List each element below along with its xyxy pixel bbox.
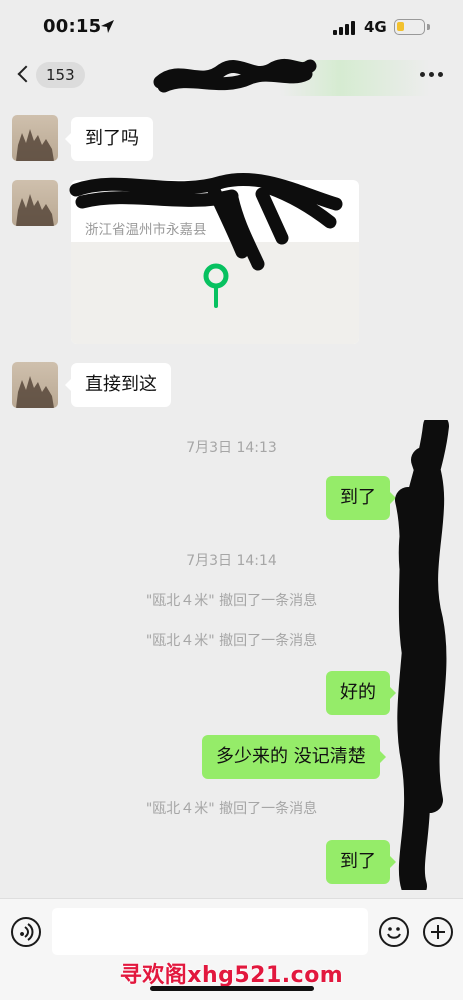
back-button[interactable]: 153 [14,62,85,90]
chevron-left-icon [17,65,35,83]
plus-icon[interactable] [423,917,453,947]
incoming-message[interactable]: 到了吗 [65,117,153,161]
redacted-chat-title [153,58,317,93]
message-input[interactable] [52,908,368,955]
signal-bars-icon [333,21,355,35]
voice-icon[interactable] [11,917,41,947]
contact-avatar[interactable] [12,362,58,408]
battery-cap [427,24,430,30]
battery-icon [394,19,425,35]
incoming-message[interactable]: 直接到这 [65,363,171,407]
outgoing-message[interactable]: 好的 [326,671,396,715]
unread-count-badge: 153 [36,62,85,88]
site-watermark: 寻欢阁xhg521.com [119,963,344,988]
contact-avatar[interactable] [12,115,58,161]
redaction-scribble [395,420,449,890]
status-time: 00:15 [43,16,102,37]
redaction-scribble [69,172,343,271]
network-label: 4G [364,18,387,36]
outgoing-message[interactable]: 到了 [326,476,396,520]
outgoing-message[interactable]: 到了 [326,840,396,884]
contact-avatar[interactable] [12,180,58,226]
emoji-icon[interactable] [379,917,409,947]
location-arrow-icon [101,20,114,33]
status-bar: 00:15 4G [0,0,463,52]
more-dots-icon[interactable] [418,70,446,80]
home-indicator[interactable] [150,986,314,991]
nav-bar: 153 [0,52,463,98]
outgoing-message[interactable]: 多少来的 没记清楚 [202,735,386,779]
